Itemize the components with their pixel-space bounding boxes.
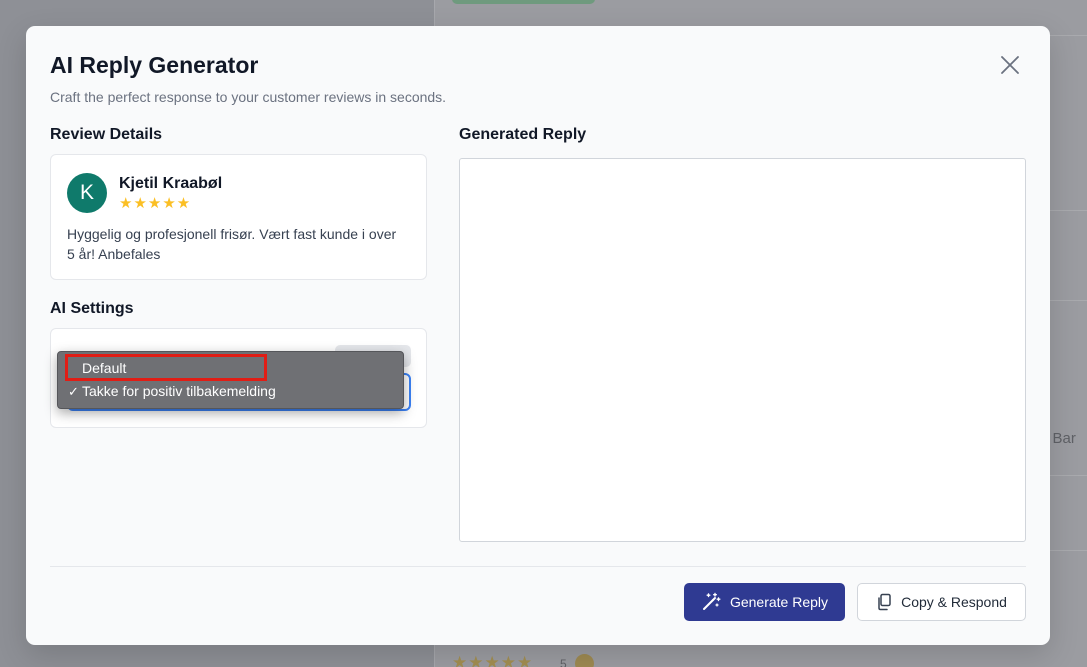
close-icon [1001,56,1019,74]
footer-divider [50,566,1026,567]
magic-wand-icon [702,592,721,610]
background-divider [1050,300,1087,301]
ai-reply-modal: AI Reply Generator Craft the perfect res… [26,26,1050,645]
template-dropdown: Default ✓ Takke for positiv tilbakemeldi… [57,351,404,409]
background-divider [1050,475,1087,476]
review-text: Hyggelig og profesjonell frisør. Vært fa… [67,226,397,262]
avatar: K [67,173,107,213]
dropdown-option-selected[interactable]: ✓ Takke for positiv tilbakemelding [58,380,403,403]
review-details-label: Review Details [50,126,163,143]
background-emoji-icon [575,654,594,667]
background-divider [1050,550,1087,551]
copy-icon [878,593,891,611]
background-divider [1050,210,1087,211]
generated-reply-textarea[interactable] [459,158,1026,542]
close-button[interactable] [996,51,1024,79]
background-count: 5 [560,657,567,667]
copy-respond-label: Copy & Respond [901,594,1007,610]
ai-settings-label: AI Settings [50,300,134,317]
background-button [452,0,595,4]
generate-reply-label: Generate Reply [729,594,829,610]
copy-respond-button[interactable]: Copy & Respond [857,583,1026,621]
generate-reply-button[interactable]: Generate Reply [684,583,845,621]
generated-reply-label: Generated Reply [459,126,587,143]
review-card: K Kjetil Kraabøl ★★★★★ Hyggelig og profe… [50,154,427,280]
background-divider [1050,35,1087,36]
option-label: Takke for positiv tilbakemelding [82,383,276,399]
reviewer-name: Kjetil Kraabøl [119,175,223,192]
modal-title: AI Reply Generator [50,52,259,78]
background-stars: ★★★★★ [452,653,534,667]
modal-subtitle: Craft the perfect response to your custo… [50,89,447,105]
ai-settings-card: Default ✓ Takke for positiv tilbakemeldi… [50,328,427,428]
rating-stars: ★★★★★ [119,195,192,212]
highlight-box [65,354,267,381]
checkmark-icon: ✓ [68,384,79,399]
